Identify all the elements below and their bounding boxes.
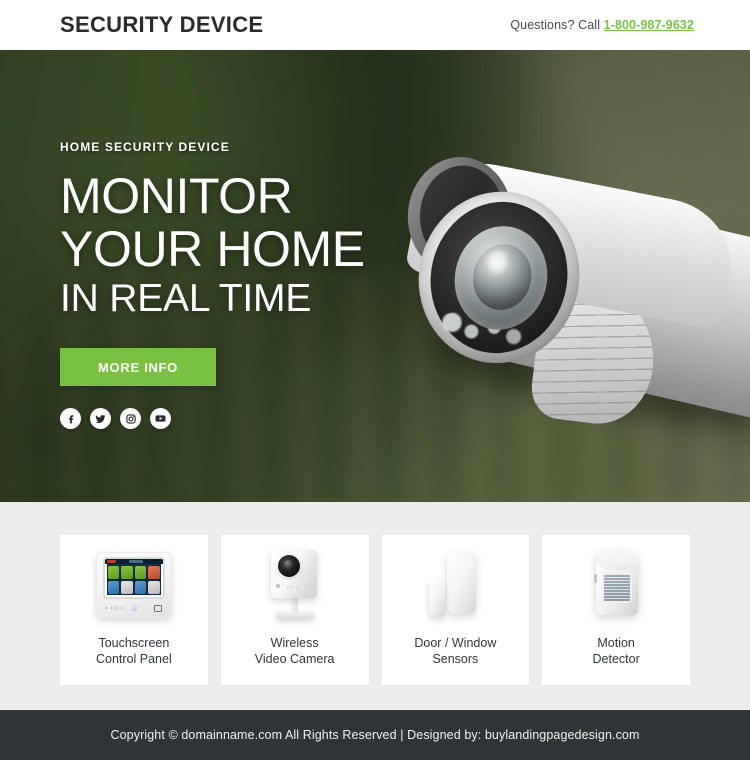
touchscreen-control-panel-image [82, 548, 186, 626]
hero-eyebrow: HOME SECURITY DEVICE [60, 140, 230, 154]
more-info-button[interactable]: MORE INFO [60, 348, 216, 386]
facebook-icon[interactable] [60, 408, 81, 429]
copyright-text: Copyright © domainname.com All Rights Re… [110, 728, 640, 742]
site-header: SECURITY DEVICE Questions? Call 1-800-98… [0, 0, 750, 50]
site-footer: Copyright © domainname.com All Rights Re… [0, 710, 750, 760]
product-card-motion-detector[interactable]: Motion Detector [542, 535, 690, 685]
youtube-icon[interactable] [150, 408, 171, 429]
product-label: Door / Window Sensors [414, 636, 497, 666]
product-card-wireless-video-camera[interactable]: Wireless Video Camera [220, 535, 369, 685]
twitter-icon[interactable] [90, 408, 111, 429]
contact-prefix-label: Questions? Call [510, 18, 604, 32]
phone-number-link[interactable]: 1-800-987-9632 [604, 18, 694, 32]
social-links [60, 408, 365, 429]
hero-headline-line-3: IN REAL TIME [60, 277, 312, 320]
landing-page: SECURITY DEVICE Questions? Call 1-800-98… [0, 0, 750, 760]
door-window-sensors-image [403, 548, 507, 626]
header-contact: Questions? Call 1-800-987-9632 [510, 18, 694, 32]
wireless-video-camera-image [243, 548, 347, 626]
hero-headline-line-2: YOUR HOME [60, 221, 365, 277]
product-card-door-window-sensors[interactable]: Door / Window Sensors [381, 535, 530, 685]
hero-copy: HOME SECURITY DEVICE MONITOR YOUR HOME I… [60, 140, 365, 429]
instagram-icon[interactable] [120, 408, 141, 429]
products-section: Touchscreen Control Panel Wireless Video… [0, 502, 750, 710]
brand-logo[interactable]: SECURITY DEVICE [60, 12, 263, 38]
product-label: Wireless Video Camera [254, 636, 335, 666]
motion-detector-image [564, 548, 668, 626]
product-label: Touchscreen Control Panel [96, 636, 172, 666]
product-card-touchscreen-control-panel[interactable]: Touchscreen Control Panel [60, 535, 208, 685]
hero-headline-line-1: MONITOR [60, 168, 293, 224]
product-label: Motion Detector [592, 636, 640, 666]
hero-section: HOME SECURITY DEVICE MONITOR YOUR HOME I… [0, 50, 750, 502]
